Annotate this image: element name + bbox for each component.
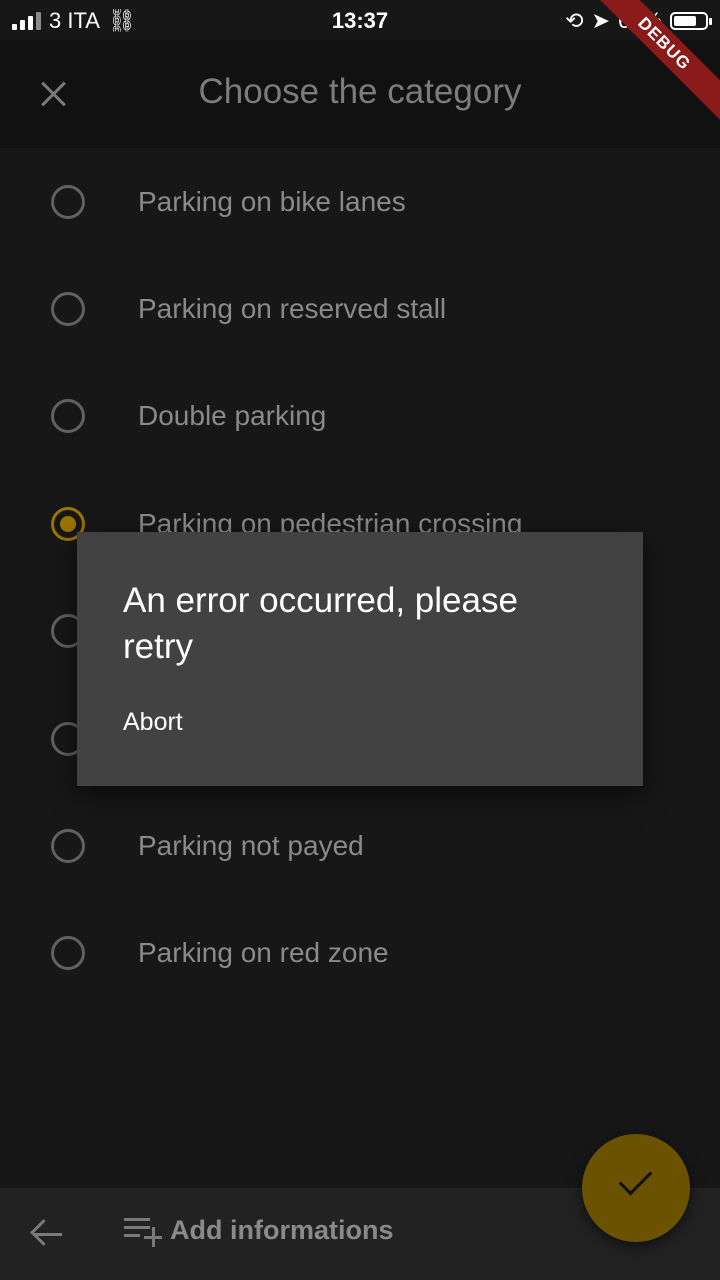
category-label: Double parking <box>138 400 327 432</box>
category-item[interactable]: Double parking <box>0 363 720 470</box>
check-icon <box>618 1161 653 1196</box>
rotation-lock-icon: ⟲ <box>565 8 584 33</box>
category-item[interactable]: Parking on reserved stall <box>0 255 720 362</box>
category-label: Parking on reserved stall <box>138 293 447 325</box>
add-informations-label: Add informations <box>170 1214 394 1245</box>
category-label: Parking on red zone <box>138 937 389 969</box>
dialog-title: An error occurred, please retry <box>123 581 518 666</box>
playlist-add-icon <box>124 1214 164 1247</box>
app-bar: Choose the category <box>0 40 720 148</box>
back-arrow-icon[interactable] <box>28 1216 68 1252</box>
category-item[interactable]: Parking on red zone <box>0 900 720 1007</box>
radio-button[interactable] <box>51 184 85 219</box>
error-dialog: An error occurred, please retry Abort <box>77 532 643 786</box>
confirm-fab-button[interactable] <box>582 1134 690 1242</box>
category-item[interactable]: Parking on bike lanes <box>0 148 720 255</box>
category-label: Parking on bike lanes <box>138 185 406 217</box>
category-label: Parking not payed <box>138 830 364 862</box>
page-title: Choose the category <box>198 72 522 111</box>
radio-button[interactable] <box>51 936 85 971</box>
abort-button[interactable]: Abort <box>123 708 183 737</box>
radio-button[interactable] <box>51 292 85 327</box>
add-informations-button[interactable]: Add informations <box>124 1214 394 1247</box>
category-item[interactable]: Parking not payed <box>0 792 720 899</box>
location-icon: ➤ <box>591 8 610 33</box>
radio-button[interactable] <box>51 399 85 434</box>
radio-button[interactable] <box>51 829 85 864</box>
battery-icon <box>670 12 712 30</box>
